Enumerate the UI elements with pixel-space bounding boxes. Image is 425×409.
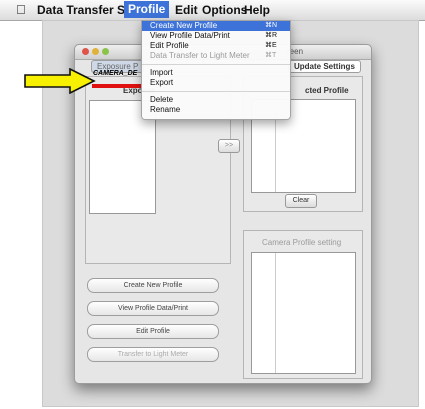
tab-update-settings[interactable]: Update Settings [288,60,361,73]
profile-dropdown-menu: Create New Profile ⌘N View Profile Data/… [141,20,291,120]
menu-item-create-new-profile[interactable]: Create New Profile ⌘N [142,21,290,31]
camera-profile-label: Camera Profile setting [262,238,342,247]
menu-item-edit-profile[interactable]: Edit Profile ⌘E [142,41,290,51]
menu-bar:  Data Transfer Software Profile Edit Op… [0,0,425,21]
menu-item-view-profile-data[interactable]: View Profile Data/Print ⌘R [142,31,290,41]
menu-edit[interactable]: Edit [175,3,198,17]
list-item-camera-profile[interactable]: CAMERA_DE [93,70,137,77]
zoom-window-button[interactable] [102,48,109,55]
menu-separator [142,91,290,92]
menu-separator [142,64,290,65]
view-profile-data-button[interactable]: View Profile Data/Print [87,301,219,316]
menu-item-export[interactable]: Export [142,78,290,88]
transfer-to-light-meter-button[interactable]: Transfer to Light Meter [87,347,219,362]
camera-profile-list[interactable] [251,252,356,374]
menu-item-rename[interactable]: Rename [142,105,290,115]
menu-item-delete[interactable]: Delete [142,95,290,105]
selected-profile-label: cted Profile [305,86,349,95]
clear-button[interactable]: Clear [285,194,317,208]
minimize-window-button[interactable] [92,48,99,55]
list-column-divider [275,253,276,373]
menu-profile[interactable]: Profile [124,1,170,18]
create-new-profile-button[interactable]: Create New Profile [87,278,219,293]
move-right-button[interactable]: >> [218,139,240,153]
apple-icon[interactable]:  [16,2,26,17]
close-window-button[interactable] [82,48,89,55]
red-underline-highlight [92,84,142,88]
pointer-arrow-icon [24,68,96,94]
menu-item-data-transfer[interactable]: Data Transfer to Light Meter ⌘T [142,51,290,61]
menu-item-import[interactable]: Import [142,68,290,78]
menu-options[interactable]: Options [202,3,247,17]
menu-help[interactable]: Help [244,3,270,17]
edit-profile-button[interactable]: Edit Profile [87,324,219,339]
